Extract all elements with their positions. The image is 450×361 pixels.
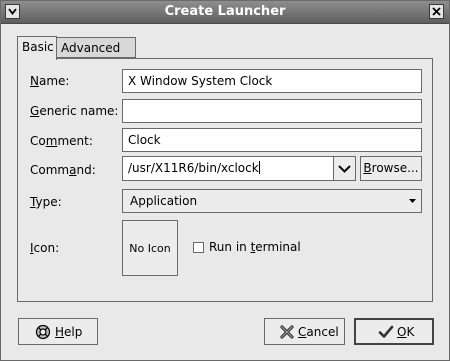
title-bar[interactable]: Create Launcher bbox=[1, 1, 449, 24]
icon-label: Icon: bbox=[30, 241, 60, 255]
comment-label: Comment: bbox=[30, 134, 93, 148]
ok-button[interactable]: OK bbox=[354, 318, 434, 345]
generic-name-label: Generic name: bbox=[30, 104, 119, 118]
cancel-x-icon bbox=[280, 325, 294, 339]
type-value: Application bbox=[130, 194, 198, 208]
generic-name-field[interactable] bbox=[122, 99, 422, 123]
name-field[interactable]: X Window System Clock bbox=[122, 69, 422, 93]
browse-button[interactable]: Browse... bbox=[360, 156, 422, 181]
command-label: Command: bbox=[30, 163, 96, 177]
cancel-button[interactable]: Cancel bbox=[264, 318, 345, 345]
command-history-dropdown[interactable] bbox=[333, 156, 356, 181]
close-window-button[interactable] bbox=[429, 4, 444, 19]
lifebuoy-icon bbox=[35, 324, 51, 340]
window-title: Create Launcher bbox=[164, 4, 286, 19]
run-in-terminal-label[interactable]: Run in terminal bbox=[209, 240, 301, 254]
help-button[interactable]: Help bbox=[18, 318, 98, 345]
tab-basic[interactable]: Basic bbox=[17, 36, 57, 60]
close-icon bbox=[432, 7, 441, 16]
cancel-button-label: Cancel bbox=[298, 325, 339, 339]
chevron-down-icon bbox=[338, 165, 351, 173]
run-in-terminal-checkbox[interactable] bbox=[193, 242, 204, 253]
tab-advanced[interactable]: Advanced bbox=[57, 37, 136, 58]
help-button-label: Help bbox=[55, 325, 83, 339]
dropdown-arrow-icon bbox=[409, 199, 416, 203]
command-value: /usr/X11R6/bin/xclock bbox=[128, 161, 259, 175]
checkmark-icon bbox=[378, 325, 394, 338]
ok-button-label: OK bbox=[397, 325, 415, 339]
type-label: Type: bbox=[30, 195, 62, 209]
basic-tab-panel: Name: X Window System Clock Generic name… bbox=[17, 58, 433, 302]
comment-field[interactable]: Clock bbox=[122, 128, 422, 152]
create-launcher-dialog: Create Launcher Basic Advanced Name: X W… bbox=[0, 0, 450, 361]
command-field[interactable]: /usr/X11R6/bin/xclock bbox=[122, 156, 334, 181]
icon-picker-button[interactable]: No Icon bbox=[122, 220, 178, 276]
name-label: Name: bbox=[30, 74, 70, 88]
text-cursor bbox=[258, 161, 260, 174]
type-select[interactable]: Application bbox=[122, 189, 422, 213]
